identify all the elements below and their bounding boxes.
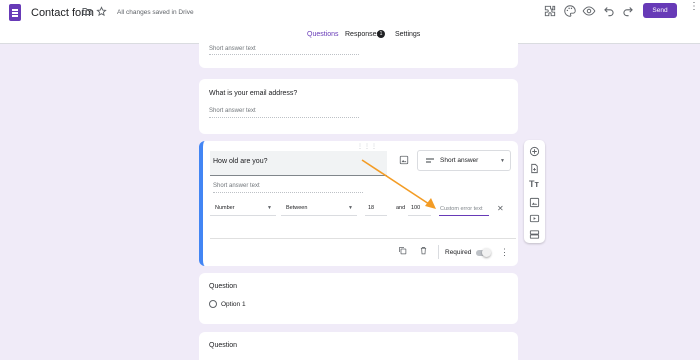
annotation-arrow	[361, 159, 436, 209]
